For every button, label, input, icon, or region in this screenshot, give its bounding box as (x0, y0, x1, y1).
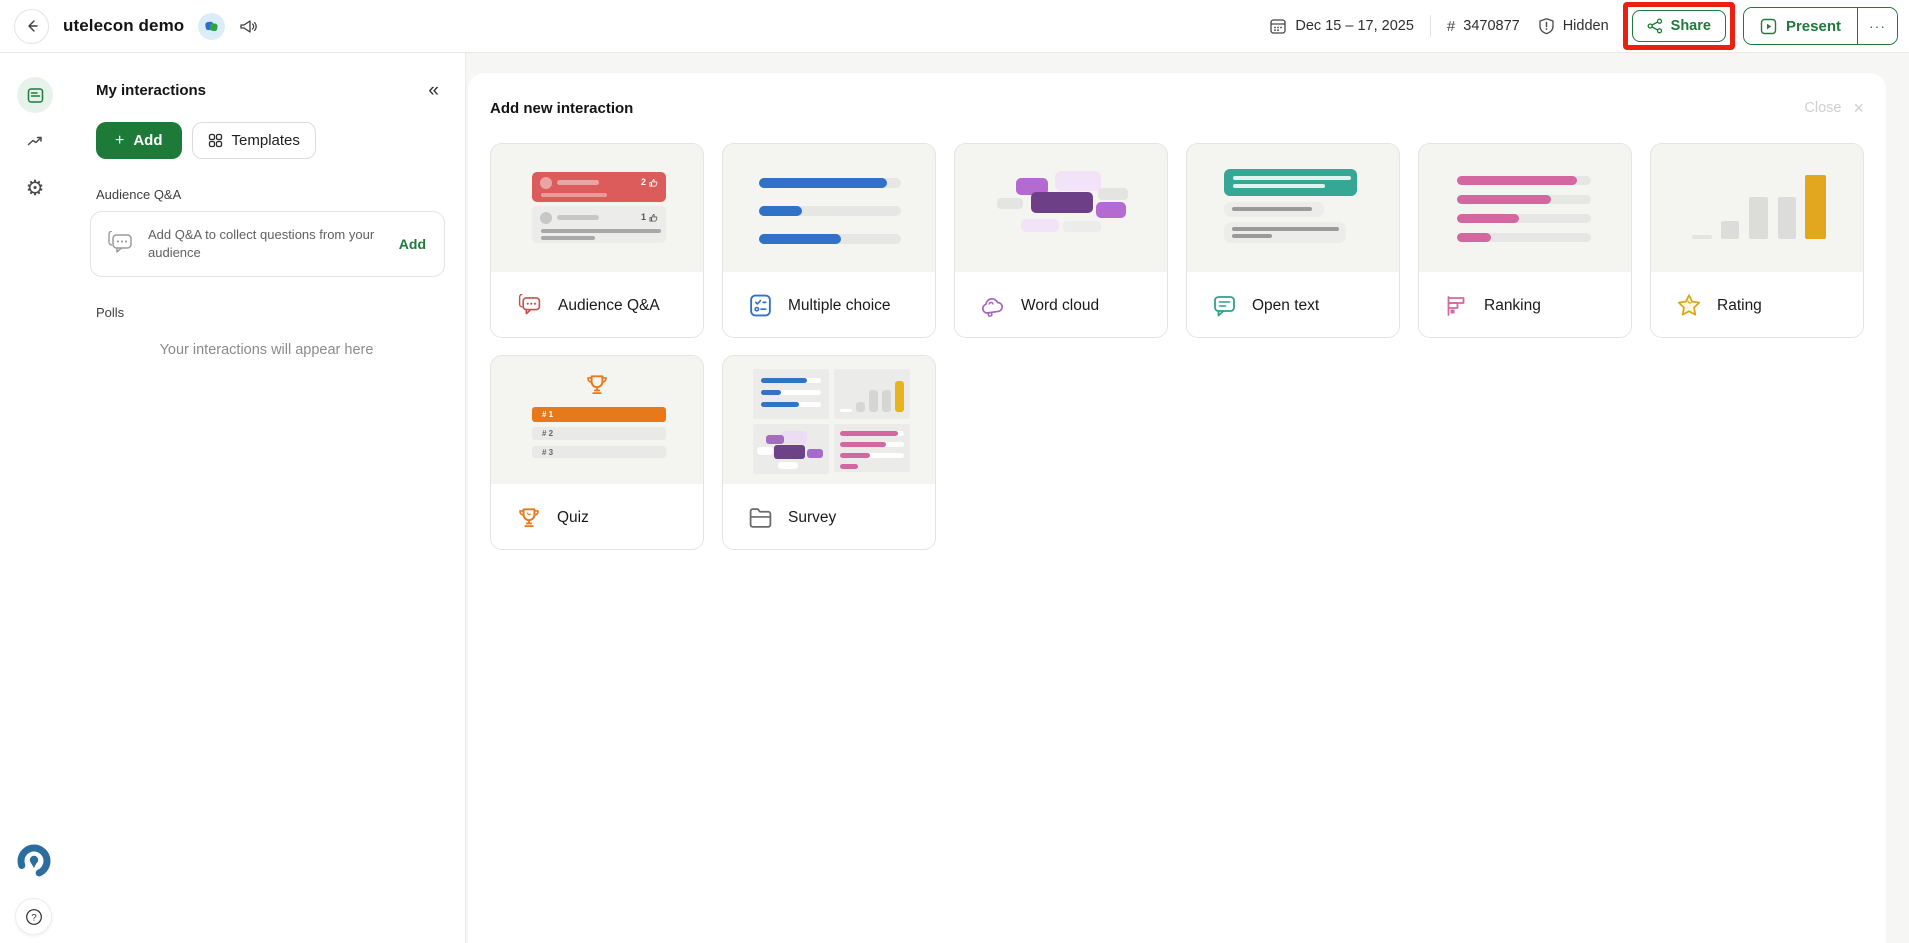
interaction-card-multiple-choice[interactable]: Multiple choice (722, 143, 936, 338)
interaction-card-audience-qa[interactable]: 2 1 (490, 143, 704, 338)
qa-promo-text: Add Q&A to collect questions from your a… (148, 226, 386, 262)
left-rail: ⚙ ? (0, 53, 68, 943)
ranking-icon (1444, 294, 1469, 318)
announcement-icon[interactable] (239, 18, 258, 35)
page-title: utelecon demo (63, 16, 184, 36)
thumb-up-icon (649, 213, 658, 222)
card-label: Rating (1717, 297, 1762, 315)
interaction-card-rating[interactable]: Rating (1650, 143, 1864, 338)
panel-title: My interactions (96, 82, 206, 99)
visibility-label: Hidden (1563, 18, 1609, 34)
slides-icon (26, 86, 45, 105)
chat-bubbles-icon (105, 231, 135, 257)
trophy-icon (584, 372, 610, 398)
interaction-card-ranking[interactable]: Ranking (1418, 143, 1632, 338)
voting-code[interactable]: # 3470877 (1447, 18, 1520, 35)
divider (1430, 15, 1431, 37)
survey-thumbnail (723, 356, 935, 484)
card-label: Ranking (1484, 297, 1541, 315)
collapse-panel-icon[interactable]: « (428, 81, 439, 100)
utelecon-logo[interactable] (14, 841, 54, 881)
voting-code-value: 3470877 (1463, 18, 1519, 34)
survey-folder-icon (748, 507, 773, 529)
rating-thumbnail (1651, 144, 1863, 272)
qa-promo-card: Add Q&A to collect questions from your a… (90, 211, 445, 277)
rail-results-tab[interactable] (17, 123, 53, 159)
visibility-status[interactable]: Hidden (1538, 17, 1609, 35)
empty-state-text: Your interactions will appear here (68, 320, 465, 358)
interaction-card-survey[interactable]: Survey (722, 355, 936, 550)
main-title: Add new interaction (490, 100, 633, 117)
card-label: Word cloud (1021, 297, 1099, 315)
close-control[interactable]: Close × (1804, 99, 1864, 117)
logo-icon (14, 841, 54, 881)
my-interactions-panel: My interactions « + Add Templates Audien… (68, 53, 466, 943)
audience-qa-icon (516, 294, 543, 318)
present-button[interactable]: Present (1744, 8, 1857, 44)
date-range-label: Dec 15 – 17, 2025 (1295, 18, 1414, 34)
qa-add-link[interactable]: Add (399, 236, 430, 252)
top-bar: utelecon demo Dec 15 – 17, 2025 (0, 0, 1909, 53)
close-icon: × (1853, 99, 1864, 117)
help-icon: ? (25, 908, 43, 926)
share-icon (1647, 18, 1663, 34)
templates-grid-icon (208, 133, 223, 148)
interaction-card-open-text[interactable]: Open text (1186, 143, 1400, 338)
close-label: Close (1804, 100, 1841, 116)
present-split-button: Present ··· (1743, 7, 1898, 45)
word-cloud-icon (980, 295, 1006, 317)
present-play-icon (1760, 18, 1777, 35)
open-text-icon (1212, 294, 1237, 318)
back-button[interactable] (14, 9, 49, 44)
interaction-card-word-cloud[interactable]: Word cloud (954, 143, 1168, 338)
quiz-trophy-icon (516, 505, 542, 531)
present-label: Present (1786, 18, 1841, 35)
help-button[interactable]: ? (15, 898, 52, 935)
ranking-thumbnail (1419, 144, 1631, 272)
templates-button[interactable]: Templates (192, 122, 316, 159)
thumb-up-icon (649, 178, 658, 187)
rail-settings-tab[interactable]: ⚙ (17, 170, 53, 206)
card-label: Quiz (557, 509, 589, 527)
date-range[interactable]: Dec 15 – 17, 2025 (1269, 17, 1414, 35)
add-interaction-panel: Add new interaction Close × 2 (468, 73, 1886, 943)
qa-section-label: Audience Q&A (68, 159, 465, 202)
multiple-choice-icon (748, 293, 773, 318)
polls-section-label: Polls (68, 277, 465, 320)
more-options-button[interactable]: ··· (1857, 8, 1897, 44)
calendar-icon (1269, 17, 1287, 35)
annotation-highlight-box: Share (1623, 2, 1735, 50)
interaction-card-grid: 2 1 (490, 143, 1866, 550)
interaction-card-quiz[interactable]: # 1 # 2 # 3 Quiz (490, 355, 704, 550)
add-label: Add (133, 132, 162, 149)
presentation-badge-icon[interactable] (198, 13, 225, 40)
quiz-thumbnail: # 1 # 2 # 3 (491, 356, 703, 484)
multiple-choice-thumbnail (723, 144, 935, 272)
trending-up-icon (26, 132, 44, 150)
templates-label: Templates (232, 132, 300, 149)
shield-alert-icon (1538, 17, 1555, 35)
add-button[interactable]: + Add (96, 122, 182, 159)
gear-icon: ⚙ (26, 178, 45, 199)
back-arrow-icon (24, 18, 40, 34)
rail-interactions-tab[interactable] (17, 77, 53, 113)
share-button[interactable]: Share (1632, 10, 1726, 42)
svg-text:?: ? (31, 912, 36, 923)
card-label: Survey (788, 509, 836, 527)
card-label: Open text (1252, 297, 1319, 315)
word-cloud-thumbnail (955, 144, 1167, 272)
plus-icon: + (115, 132, 124, 150)
open-text-thumbnail (1187, 144, 1399, 272)
share-label: Share (1671, 18, 1711, 34)
card-label: Audience Q&A (558, 297, 660, 315)
rating-star-icon (1676, 293, 1702, 318)
hash-icon: # (1447, 18, 1455, 35)
card-label: Multiple choice (788, 297, 891, 315)
audience-qa-thumbnail: 2 1 (491, 144, 703, 272)
